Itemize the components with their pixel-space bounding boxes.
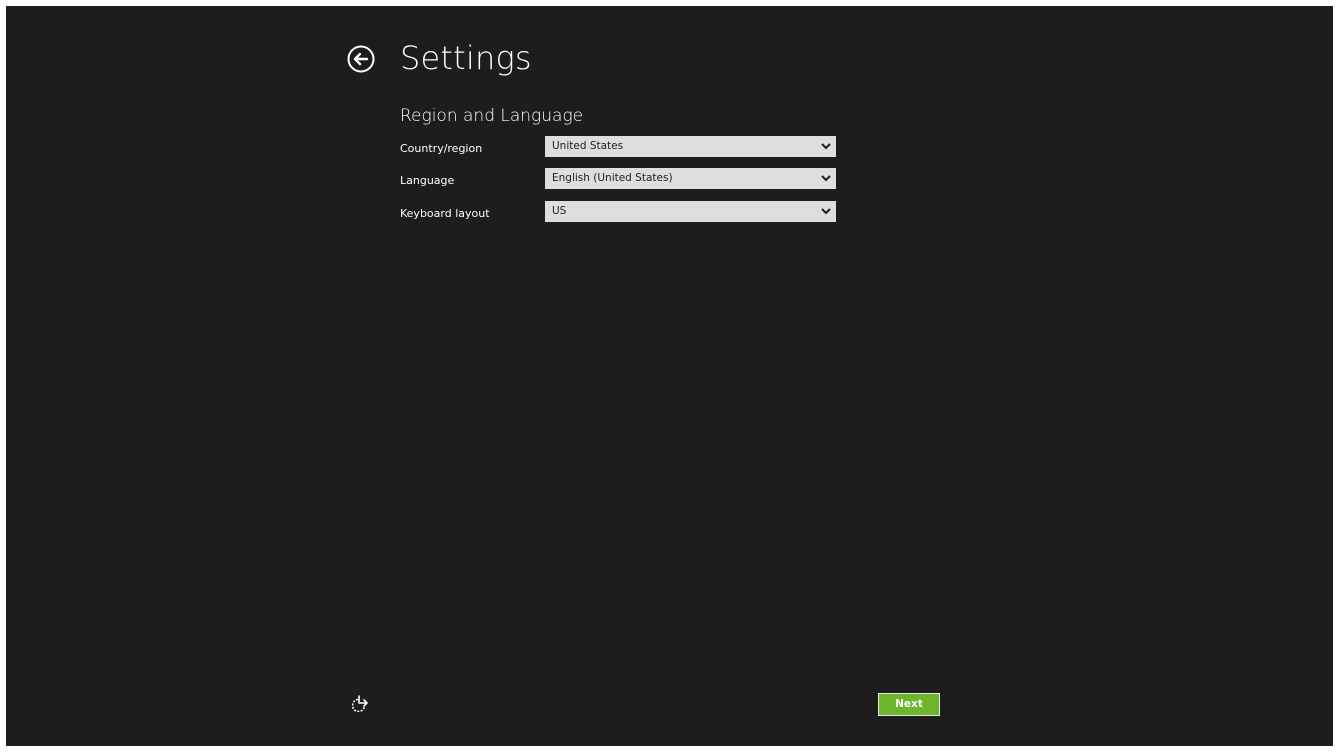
country-region-label: Country/region xyxy=(400,142,483,155)
language-label: Language xyxy=(400,174,455,187)
chevron-down-icon xyxy=(821,175,831,182)
back-arrow-icon[interactable] xyxy=(346,44,376,74)
language-select[interactable]: English (United States) xyxy=(545,168,836,189)
country-region-select[interactable]: United States xyxy=(545,136,836,157)
next-button[interactable]: Next xyxy=(878,693,940,716)
keyboard-layout-select[interactable]: US xyxy=(545,201,836,222)
settings-screen: Settings Region and Language Country/reg… xyxy=(6,6,1333,746)
chevron-down-icon xyxy=(821,143,831,150)
language-value: English (United States) xyxy=(552,172,673,184)
keyboard-layout-value: US xyxy=(552,205,567,217)
keyboard-layout-label: Keyboard layout xyxy=(400,207,490,220)
country-region-value: United States xyxy=(552,140,624,152)
section-title: Region and Language xyxy=(400,106,584,126)
chevron-down-icon xyxy=(821,208,831,215)
page-title: Settings xyxy=(400,39,532,77)
ease-of-access-icon[interactable] xyxy=(352,694,370,712)
